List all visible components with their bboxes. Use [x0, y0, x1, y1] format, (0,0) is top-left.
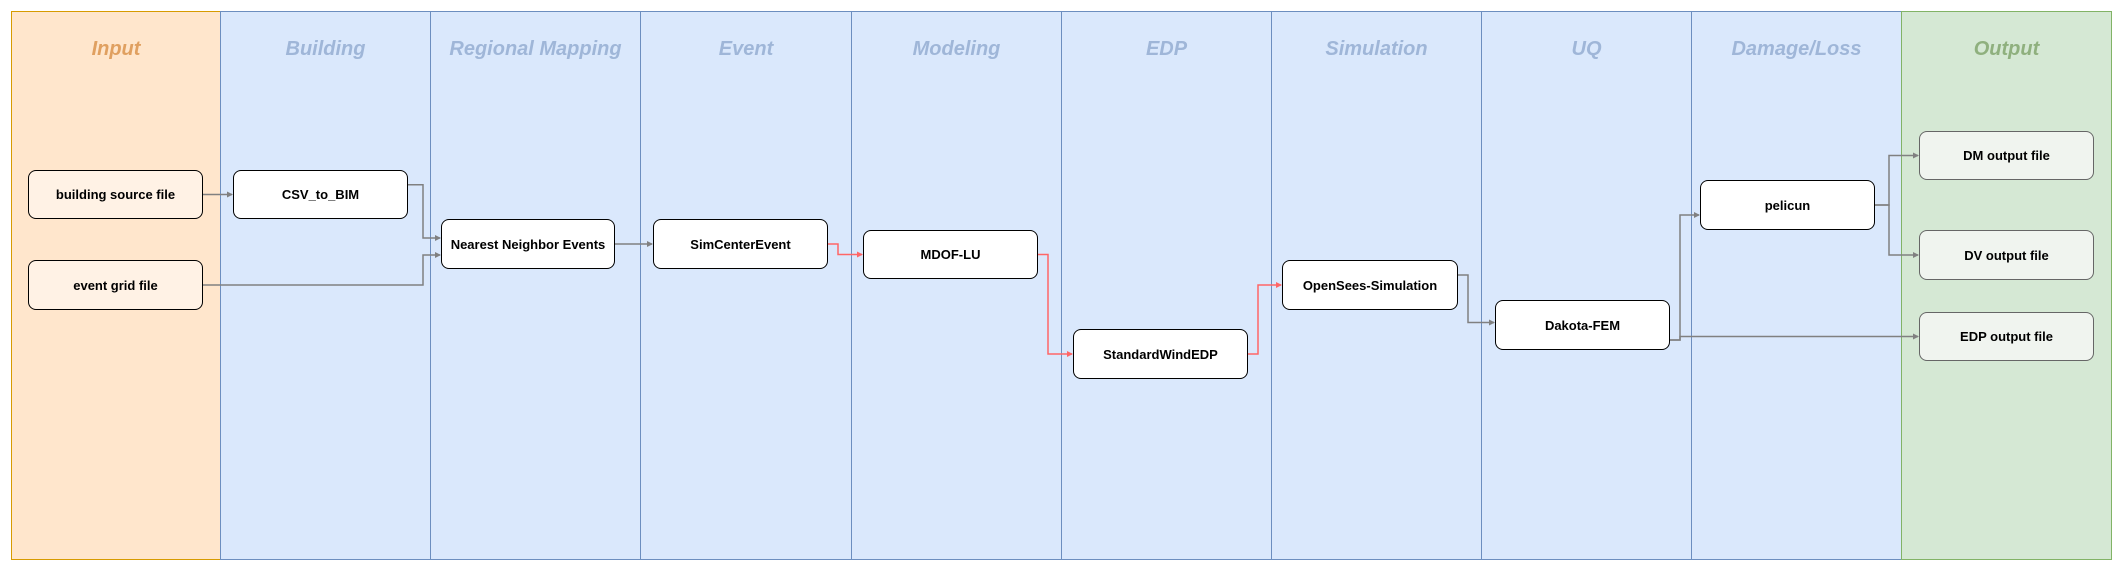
lane-title: Regional Mapping	[449, 38, 622, 60]
node-dv-output-file[interactable]: DV output file	[1919, 230, 2094, 280]
node-csv-to-bim[interactable]: CSV_to_BIM	[233, 170, 408, 219]
lane-regional-mapping: Regional Mapping	[430, 11, 641, 560]
node-building-source-file[interactable]: building source file	[28, 170, 203, 219]
lane-title: Building	[285, 38, 366, 60]
node-nearest-neighbor-events[interactable]: Nearest Neighbor Events	[441, 219, 615, 269]
lane-event: Event	[640, 11, 852, 560]
node-simcenter-event[interactable]: SimCenterEvent	[653, 219, 828, 269]
node-pelicun[interactable]: pelicun	[1700, 180, 1875, 230]
lane-title: Damage/Loss	[1731, 38, 1862, 60]
node-opensees-simulation[interactable]: OpenSees-Simulation	[1282, 260, 1458, 310]
lane-damage-loss: Damage/Loss	[1691, 11, 1902, 560]
lane-edp: EDP	[1061, 11, 1272, 560]
node-dm-output-file[interactable]: DM output file	[1919, 131, 2094, 180]
lane-modeling: Modeling	[851, 11, 1062, 560]
lane-title: Output	[1973, 38, 2040, 60]
node-edp-output-file[interactable]: EDP output file	[1919, 312, 2094, 361]
node-standard-wind-edp[interactable]: StandardWindEDP	[1073, 329, 1248, 379]
lane-title: Modeling	[912, 38, 1001, 60]
lane-title: Input	[91, 38, 141, 60]
node-dakota-fem[interactable]: Dakota-FEM	[1495, 300, 1670, 350]
node-event-grid-file[interactable]: event grid file	[28, 260, 203, 310]
node-mdof-lu[interactable]: MDOF-LU	[863, 230, 1038, 279]
lane-title: UQ	[1571, 38, 1602, 60]
lane-title: Simulation	[1325, 38, 1428, 60]
lane-uq: UQ	[1481, 11, 1692, 560]
lane-building: Building	[220, 11, 431, 560]
lane-output: Output	[1901, 11, 2112, 560]
lane-title: EDP	[1145, 38, 1188, 60]
lane-title: Event	[718, 38, 774, 60]
